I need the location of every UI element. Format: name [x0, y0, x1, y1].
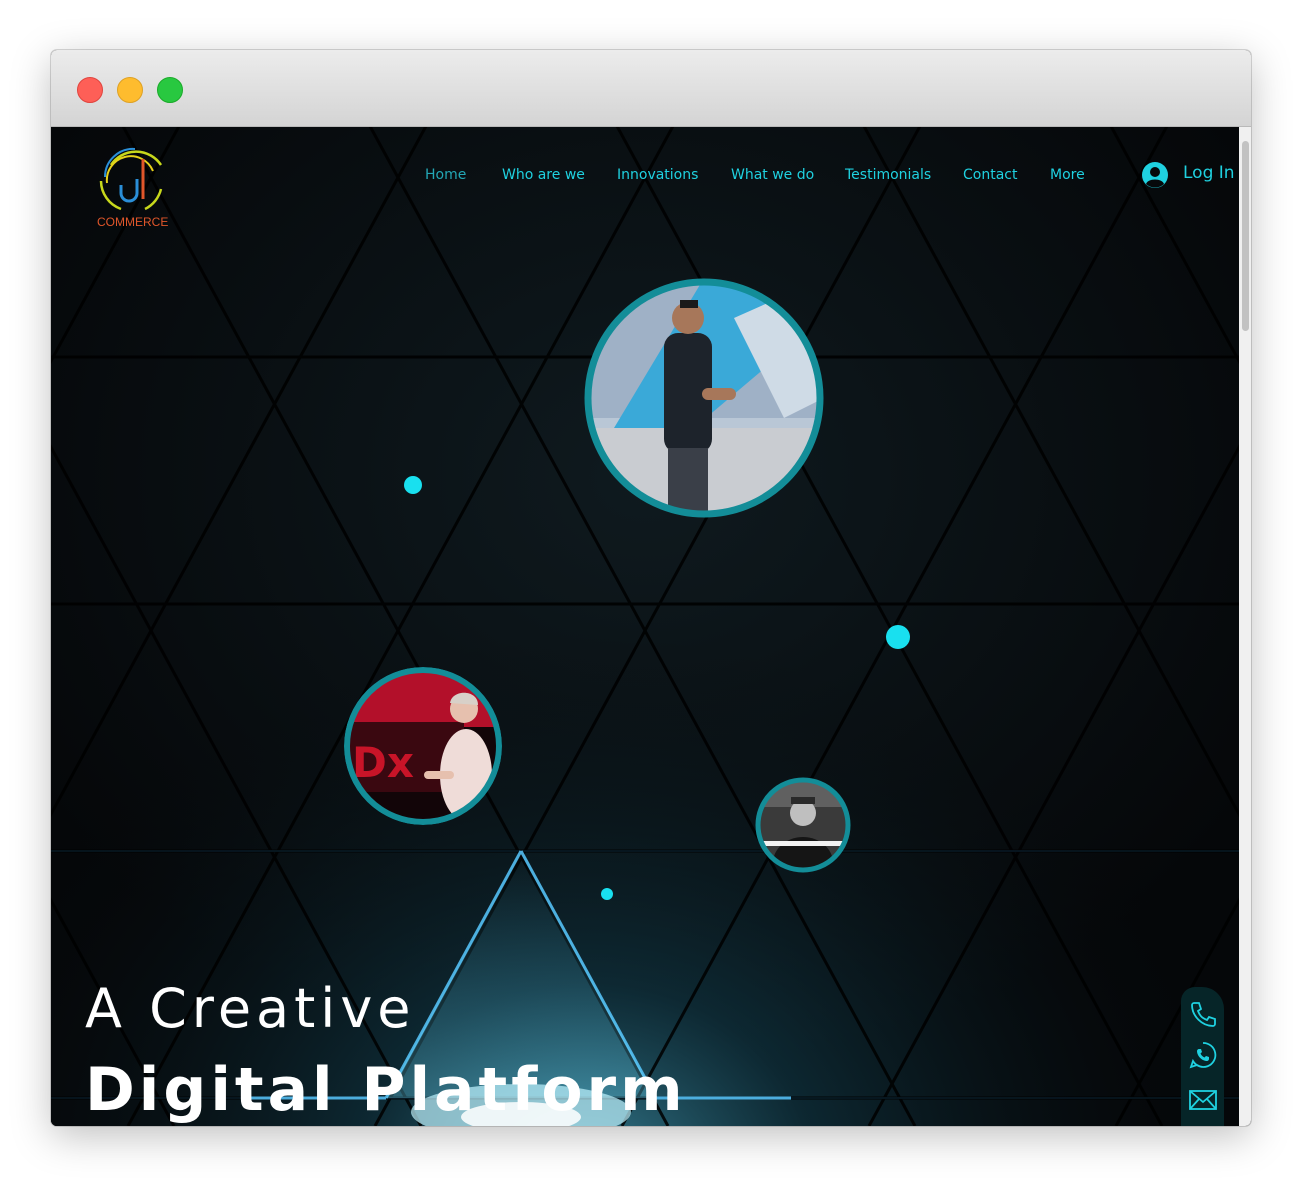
mail-icon[interactable]: [1188, 1085, 1218, 1115]
nav-testimonials[interactable]: Testimonials: [845, 167, 931, 183]
nav-contact[interactable]: Contact: [963, 167, 1017, 183]
whatsapp-icon[interactable]: [1188, 1040, 1218, 1070]
speaker-bubble-small[interactable]: [755, 777, 851, 873]
logo-wordmark: COMMERCE: [97, 215, 169, 229]
decor-dot-3: [601, 888, 613, 900]
nav-what-we-do[interactable]: What we do: [731, 167, 814, 183]
nav-innovations[interactable]: Innovations: [617, 167, 698, 183]
decor-dot-2: [886, 625, 910, 649]
user-avatar-icon: [1142, 162, 1168, 188]
speaker-photo-2: Dx: [344, 667, 502, 825]
decor-dot-1: [404, 476, 422, 494]
page-viewport: COMMERCE Home Who are we Innovations Wha…: [51, 127, 1251, 1126]
minimize-window-button[interactable]: [117, 77, 143, 103]
nav-who-are-we[interactable]: Who are we: [502, 167, 585, 183]
nav-more[interactable]: More: [1050, 167, 1085, 183]
browser-window: COMMERCE Home Who are we Innovations Wha…: [51, 50, 1251, 1126]
maximize-window-button[interactable]: [157, 77, 183, 103]
window-titlebar: [51, 50, 1251, 127]
scrollbar-thumb[interactable]: [1242, 141, 1249, 331]
speaker-bubble-medium[interactable]: Dx: [344, 667, 502, 825]
page-scrollbar[interactable]: [1239, 127, 1251, 1126]
svg-text:Dx: Dx: [352, 738, 414, 787]
speaker-photo-1: [584, 278, 824, 518]
close-window-button[interactable]: [77, 77, 103, 103]
phone-icon[interactable]: [1188, 999, 1218, 1029]
login-label: Log In: [1183, 163, 1235, 183]
nav-home[interactable]: Home: [425, 167, 466, 183]
hero-headline-line2: Digital Platform: [85, 1055, 687, 1125]
speaker-bubble-large[interactable]: [584, 278, 824, 518]
speaker-photo-3: [755, 777, 851, 873]
hero-headline-line1: A Creative: [85, 977, 416, 1040]
quick-contact-bar: [1181, 987, 1224, 1126]
